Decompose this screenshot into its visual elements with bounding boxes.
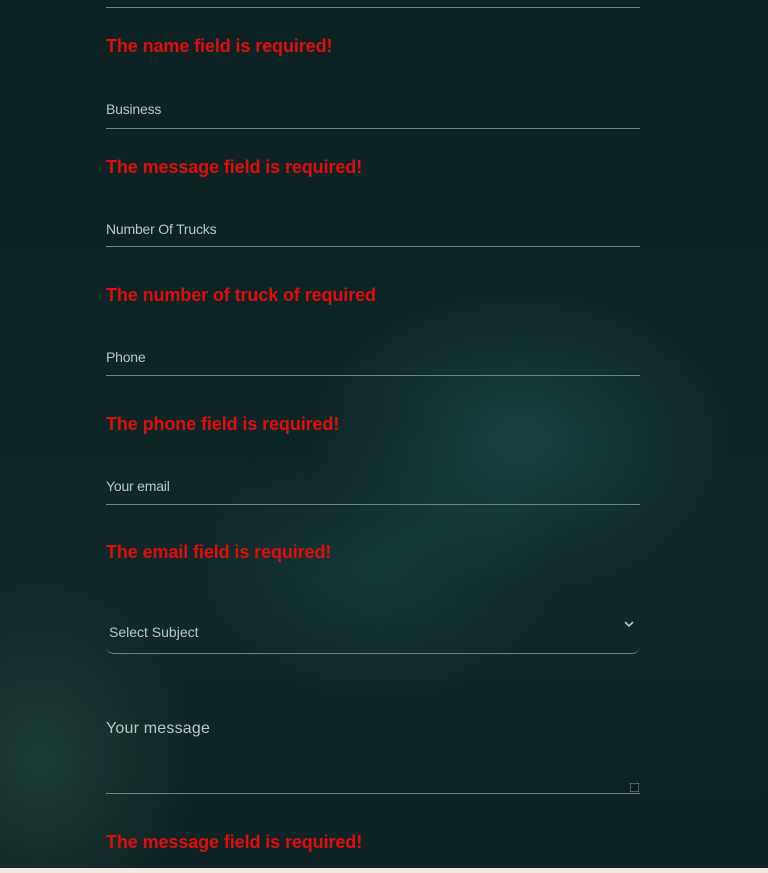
business-field[interactable]: Business	[106, 92, 640, 129]
resize-handle-icon[interactable]	[630, 783, 639, 792]
phone-field[interactable]: Phone	[106, 340, 640, 376]
chevron-down-icon	[624, 621, 634, 627]
trucks-field[interactable]: Number Of Trucks	[106, 212, 640, 247]
name-error: The name field is required!	[106, 36, 333, 56]
message-error: The message field is required!	[106, 832, 363, 852]
name-field[interactable]	[106, 0, 640, 8]
email-error: The email field is required!	[106, 542, 332, 562]
trucks-placeholder: Number Of Trucks	[106, 221, 217, 237]
phone-error: The phone field is required!	[106, 414, 340, 434]
trucks-error: The number of truck of required	[106, 285, 376, 305]
message-textarea[interactable]: Your message	[106, 710, 640, 794]
message-placeholder: Your message	[106, 720, 211, 737]
business-placeholder: Business	[106, 101, 162, 117]
phone-placeholder: Phone	[106, 349, 146, 365]
page-footer-strip	[0, 868, 768, 873]
subject-select[interactable]: Select Subject	[106, 607, 640, 654]
subject-selected-value: Select Subject	[109, 624, 199, 640]
email-field[interactable]: Your email	[106, 469, 640, 505]
email-placeholder: Your email	[106, 478, 170, 494]
business-error: The message field is required!	[106, 157, 363, 177]
